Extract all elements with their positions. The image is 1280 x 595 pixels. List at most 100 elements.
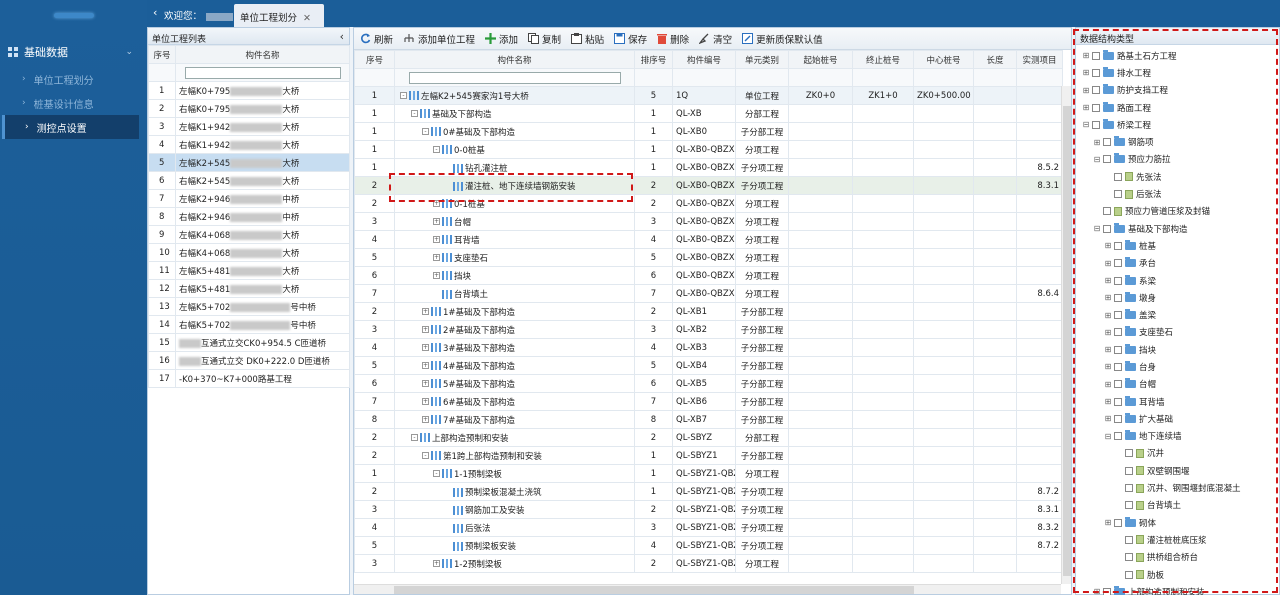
clear-button[interactable]: 清空 (699, 32, 732, 46)
grid-row[interactable]: 1钻孔灌注桩1QL-XB0-QBZX0-子分项工程8.5.2 (354, 158, 1063, 177)
tree-checkbox[interactable] (1114, 432, 1122, 441)
expand-icon[interactable]: + (433, 254, 440, 261)
close-icon[interactable]: ✕ (303, 13, 311, 24)
tree-node[interactable]: ⊞ 承台 (1076, 255, 1279, 272)
list-row[interactable]: 13 左幅K5+702 号中桥 (148, 297, 350, 316)
add-unit-project-button[interactable]: 添加单位工程 (403, 32, 475, 46)
expand-icon[interactable]: + (422, 308, 429, 315)
tree-checkbox[interactable] (1092, 120, 1100, 129)
update-quality-defaults-button[interactable]: 更新质保默认值 (742, 32, 823, 46)
grid-row[interactable]: 2 - 第1跨上部构造预制和安装 1 QL-SBYZ1 子分部工程 (354, 446, 1063, 465)
expand-icon[interactable]: ⊞ (1082, 86, 1090, 95)
list-row[interactable]: 12 右幅K5+481 大桥 (148, 279, 350, 298)
tree-checkbox[interactable] (1125, 553, 1133, 562)
tab-unit-division[interactable]: 单位工程划分 ✕ (234, 4, 324, 27)
expand-icon[interactable]: + (422, 344, 429, 351)
tree-checkbox[interactable] (1114, 397, 1122, 406)
tree-checkbox[interactable] (1092, 86, 1100, 95)
expand-icon[interactable]: + (422, 380, 429, 387)
tree-node[interactable]: ⊞ 系梁 (1076, 272, 1279, 289)
collapse-icon[interactable]: ⊟ (1093, 224, 1101, 233)
expand-icon[interactable]: ⊞ (1082, 68, 1090, 77)
list-row[interactable]: 7 左幅K2+946 中桥 (148, 189, 350, 208)
collapse-icon[interactable]: ⊟ (1093, 155, 1101, 164)
expand-icon[interactable]: ⊞ (1104, 380, 1112, 389)
collapse-icon[interactable]: - (433, 146, 440, 153)
grid-row[interactable]: 2 +1#基础及下部构造 2 QL-XB1 子分部工程 (354, 302, 1063, 321)
expand-icon[interactable]: ⊞ (1093, 138, 1101, 147)
tree-node[interactable]: ⊟ 基础及下部构造 (1076, 220, 1279, 237)
list-row[interactable]: 15 互通式立交CK0+954.5 C匝道桥 (148, 333, 350, 352)
tree-node[interactable]: 肋板 (1076, 566, 1279, 583)
delete-button[interactable]: 删除 (657, 32, 689, 46)
tree-node[interactable]: 预应力管道压浆及封锚 (1076, 203, 1279, 220)
nav-item-control-points[interactable]: › 测控点设置 (2, 115, 139, 139)
tree-node[interactable]: ⊟ 地下连续墙 (1076, 428, 1279, 445)
tree-node[interactable]: ⊞ 上部构造预制和安装 (1076, 583, 1279, 595)
expand-icon[interactable]: ⊞ (1104, 397, 1112, 406)
column-header[interactable]: 中心桩号 (913, 50, 974, 69)
list-row[interactable]: 5 左幅K2+545 大桥 (148, 153, 350, 172)
tree-checkbox[interactable] (1114, 362, 1122, 371)
list-row[interactable]: 11 左幅K5+481 大桥 (148, 261, 350, 280)
column-header[interactable]: 构件名称 (394, 50, 635, 69)
nav-item-pile-design[interactable]: › 桩基设计信息 (0, 91, 147, 115)
grid-row[interactable]: 5 + 支座垫石 5 QL-XB0-QBZX1 分项工程 (354, 248, 1063, 267)
expand-icon[interactable]: ⊞ (1104, 414, 1112, 423)
tree-checkbox[interactable] (1125, 466, 1133, 475)
expand-icon[interactable]: ⊞ (1104, 518, 1112, 527)
tree-node[interactable]: 双壁钢围堰 (1076, 462, 1279, 479)
horizontal-scrollbar[interactable] (354, 584, 1061, 594)
tree-node[interactable]: ⊞ 盖梁 (1076, 306, 1279, 323)
tree-checkbox[interactable] (1092, 68, 1100, 77)
tree-checkbox[interactable] (1114, 259, 1122, 268)
refresh-button[interactable]: 刷新 (360, 32, 393, 46)
tree-node[interactable]: ⊞ 排水工程 (1076, 64, 1279, 81)
tree-node[interactable]: ⊞ 墩身 (1076, 289, 1279, 306)
save-button[interactable]: 保存 (614, 32, 647, 46)
tree-node[interactable]: 沉井、钢围堰封底混凝土 (1076, 479, 1279, 496)
collapse-icon[interactable]: ⊟ (1082, 120, 1090, 129)
tree-node[interactable]: 后张法 (1076, 185, 1279, 202)
tree-checkbox[interactable] (1114, 172, 1122, 181)
list-row[interactable]: 10 右幅K4+068 大桥 (148, 243, 350, 262)
grid-row[interactable]: 3 +2#基础及下部构造 3 QL-XB2 子分部工程 (354, 320, 1063, 339)
tree-checkbox[interactable] (1114, 345, 1122, 354)
expand-icon[interactable]: ⊞ (1104, 328, 1112, 337)
grid-row[interactable]: 1-0#基础及下部构造 1 QL-XB0 子分部工程 (354, 122, 1063, 141)
expand-icon[interactable]: ⊞ (1104, 259, 1112, 268)
grid-row[interactable]: 1- 左幅K2+545赛家沟1号大桥 5 1Q 单位工程 ZK0+0 ZK1+0 ZK0+50… (354, 86, 1063, 105)
tree-checkbox[interactable] (1125, 484, 1133, 493)
tree-node[interactable]: 拱桥组合桥台 (1076, 549, 1279, 566)
tree-node[interactable]: ⊞ 扩大基础 (1076, 410, 1279, 427)
tree-node[interactable]: ⊞ 钢筋项 (1076, 133, 1279, 150)
tree-checkbox[interactable] (1103, 224, 1111, 233)
vertical-scrollbar[interactable] (1061, 86, 1071, 584)
tree-checkbox[interactable] (1114, 414, 1122, 423)
column-header[interactable]: 序号 (354, 50, 395, 69)
expand-icon[interactable]: ⊞ (1104, 241, 1112, 250)
tree-checkbox[interactable] (1092, 51, 1100, 60)
collapse-icon[interactable]: - (400, 92, 407, 99)
tree-node[interactable]: ⊞ 防护支挡工程 (1076, 82, 1279, 99)
tree-checkbox[interactable] (1114, 241, 1122, 250)
list-row[interactable]: 8 右幅K2+946 中桥 (148, 207, 350, 226)
nav-item-unit-division[interactable]: › 单位工程划分 (0, 67, 147, 91)
tree-checkbox[interactable] (1114, 311, 1122, 320)
tree-node[interactable]: ⊞ 支座垫石 (1076, 324, 1279, 341)
column-header[interactable]: 单元类别 (735, 50, 789, 69)
paste-button[interactable]: 粘贴 (571, 32, 604, 46)
tree-node[interactable]: ⊟ 桥梁工程 (1076, 116, 1279, 133)
grid-row[interactable]: 6 + 挡块 6 QL-XB0-QBZX1 分项工程 (354, 266, 1063, 285)
column-header[interactable]: 序号 (148, 45, 176, 64)
expand-icon[interactable]: + (433, 272, 440, 279)
collapse-icon[interactable]: - (411, 110, 418, 117)
list-row[interactable]: 17 -K0+370~K7+000路基工程 (148, 369, 350, 388)
expand-icon[interactable]: ⊞ (1104, 311, 1112, 320)
collapse-icon[interactable]: - (433, 470, 440, 477)
expand-icon[interactable]: ⊞ (1082, 103, 1090, 112)
column-header[interactable]: 起始桩号 (788, 50, 853, 69)
grid-row[interactable]: 1- 基础及下部构造 1 QL-XB 分部工程 (354, 104, 1063, 123)
tree-checkbox[interactable] (1114, 328, 1122, 337)
tree-node[interactable]: ⊞ 路面工程 (1076, 99, 1279, 116)
